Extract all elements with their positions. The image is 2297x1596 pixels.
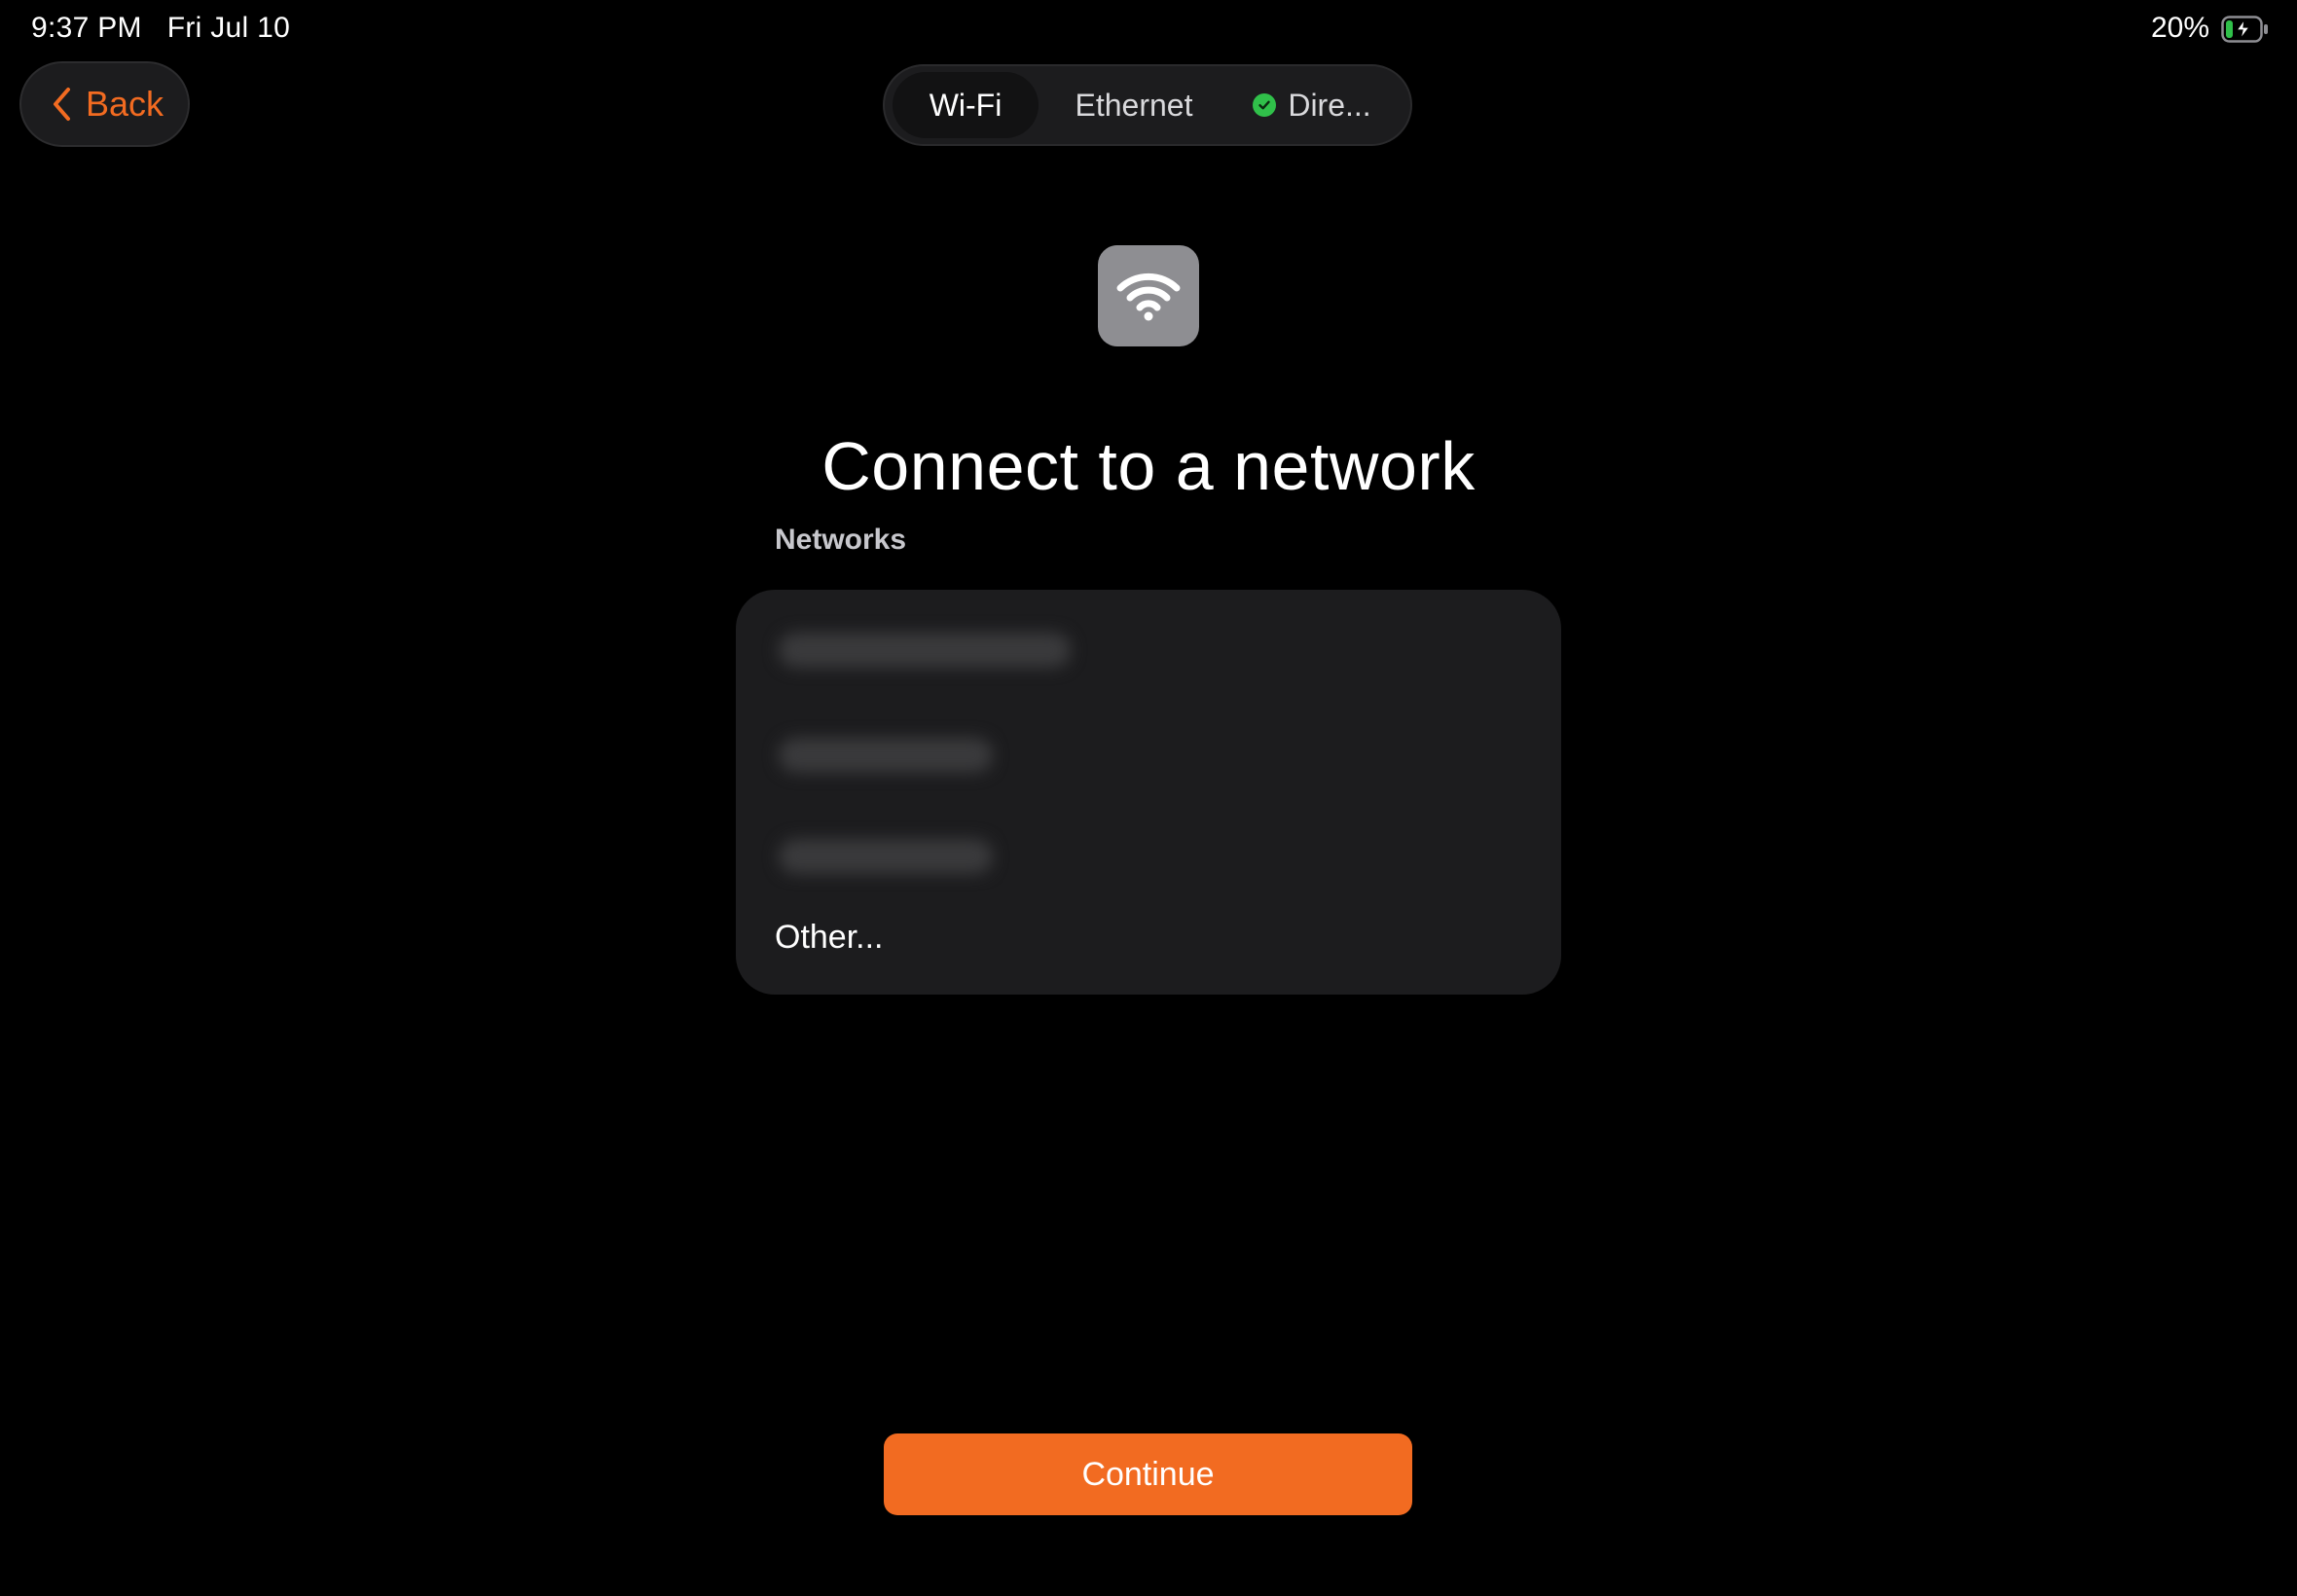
redacted-network-name: [779, 839, 993, 874]
redacted-network-name: [779, 633, 1071, 668]
tab-wifi[interactable]: Wi-Fi: [893, 72, 1039, 138]
networks-section-label: Networks: [775, 524, 907, 556]
connection-type-tabs: Wi-Fi Ethernet Dire...: [883, 64, 1412, 146]
network-list-item[interactable]: [759, 806, 1561, 907]
chevron-left-icon: [51, 86, 72, 123]
tab-wifi-label: Wi-Fi: [929, 87, 1003, 123]
tab-direct[interactable]: Dire...: [1229, 72, 1395, 138]
tab-ethernet[interactable]: Ethernet: [1039, 72, 1229, 138]
tab-ethernet-label: Ethernet: [1075, 87, 1193, 123]
status-bar-time: 9:37 PM Fri Jul 10: [31, 12, 290, 45]
redacted-network-name: [779, 738, 993, 773]
network-list-item[interactable]: [759, 705, 1561, 806]
back-button[interactable]: Back: [19, 61, 190, 147]
continue-button[interactable]: Continue: [884, 1433, 1412, 1515]
status-time: 9:37 PM: [31, 12, 142, 44]
battery-percent: 20%: [2150, 12, 2209, 44]
status-date: Fri Jul 10: [166, 12, 291, 44]
back-button-label: Back: [86, 84, 164, 124]
network-list: Other...: [736, 590, 1561, 995]
wifi-icon: [1098, 245, 1199, 346]
status-bar-right: 20%: [2151, 12, 2268, 45]
page-title: Connect to a network: [821, 427, 1476, 504]
tab-direct-label: Dire...: [1288, 87, 1371, 123]
other-network-item[interactable]: Other...: [775, 919, 884, 957]
network-list-item[interactable]: [759, 599, 1561, 701]
check-circle-icon: [1253, 93, 1277, 117]
battery-charging-icon: [2221, 16, 2268, 43]
